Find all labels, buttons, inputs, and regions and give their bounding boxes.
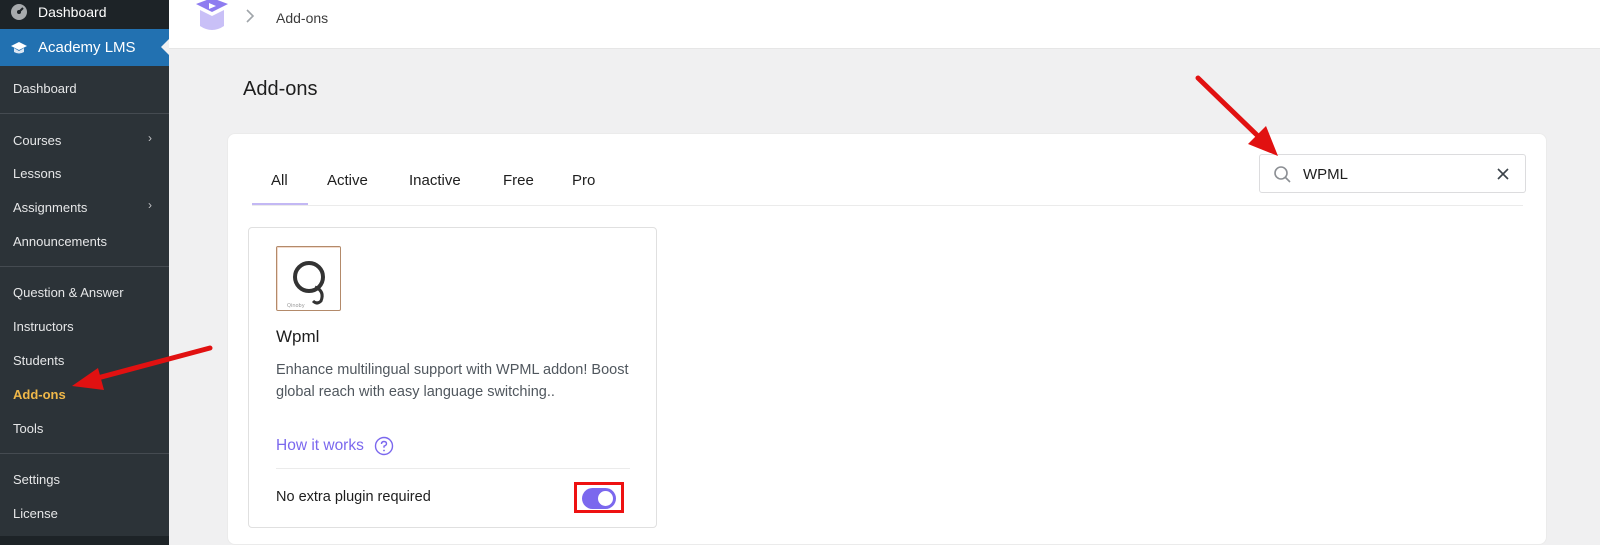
dashboard-gauge-icon: [10, 3, 28, 21]
how-it-works-label: How it works: [276, 437, 364, 454]
search-input[interactable]: [1303, 164, 1483, 184]
sidebar-item-license[interactable]: License: [13, 506, 58, 521]
tab-free[interactable]: Free: [503, 172, 534, 189]
tab-pro[interactable]: Pro: [572, 172, 595, 189]
card-divider: [276, 468, 630, 469]
tab-active[interactable]: Active: [327, 172, 368, 189]
sidebar-separator: [0, 266, 169, 267]
sidebar-item-dashboard[interactable]: Dashboard: [13, 81, 77, 96]
academy-logo-icon[interactable]: [192, 0, 232, 34]
sidebar-item-question-answer[interactable]: Question & Answer: [13, 285, 124, 300]
sidebar-item-assignments[interactable]: Assignments: [13, 200, 87, 215]
toggle-knob: [598, 491, 613, 506]
tabs-divider: [252, 205, 1523, 206]
sidebar-top-dashboard[interactable]: Dashboard: [0, 0, 169, 24]
svg-text:Qinoby: Qinoby: [287, 303, 305, 309]
top-bar: Add-ons: [169, 0, 1600, 49]
toggle-highlight-annotation: [574, 482, 624, 513]
sidebar-top-academy-lms[interactable]: Academy LMS: [0, 29, 169, 66]
sidebar-item-students[interactable]: Students: [13, 353, 64, 368]
search-box: [1259, 154, 1526, 193]
page-title: Add-ons: [243, 78, 318, 100]
tab-all[interactable]: All: [271, 172, 288, 189]
chevron-right-icon: [245, 8, 255, 27]
sidebar-bottom-strip: [0, 536, 169, 545]
plugin-requirement-note: No extra plugin required: [276, 489, 431, 505]
how-it-works-link[interactable]: How it works: [276, 436, 394, 456]
sidebar-item-lessons[interactable]: Lessons: [13, 166, 61, 181]
sidebar-item-add-ons[interactable]: Add-ons: [13, 387, 66, 402]
addon-card: Qinoby Wpml Enhance multilingual support…: [248, 227, 657, 528]
tab-inactive[interactable]: Inactive: [409, 172, 461, 189]
academy-cap-icon: [10, 39, 28, 57]
sidebar-item-courses[interactable]: Courses: [13, 133, 61, 148]
sidebar-top-academy-label: Academy LMS: [38, 39, 136, 56]
help-icon[interactable]: [374, 436, 394, 456]
close-icon[interactable]: [1493, 164, 1513, 184]
admin-sidebar: Dashboard Academy LMS Dashboard Courses …: [0, 0, 169, 545]
sidebar-item-announcements[interactable]: Announcements: [13, 234, 107, 249]
enable-addon-toggle[interactable]: [582, 488, 616, 509]
breadcrumb: Add-ons: [276, 10, 329, 26]
sidebar-item-tools[interactable]: Tools: [13, 421, 43, 436]
sidebar-top-dashboard-label: Dashboard: [38, 4, 107, 20]
sidebar-separator: [0, 453, 169, 454]
chevron-right-icon: ›: [148, 131, 152, 145]
sidebar-separator: [0, 113, 169, 114]
sidebar-item-settings[interactable]: Settings: [13, 472, 60, 487]
sidebar-item-instructors[interactable]: Instructors: [13, 319, 74, 334]
wpml-logo-icon: Qinoby: [276, 246, 341, 311]
search-icon: [1273, 165, 1292, 184]
active-menu-notch: [161, 39, 169, 55]
addon-name: Wpml: [276, 327, 320, 346]
chevron-right-icon: ›: [148, 198, 152, 212]
addon-description: Enhance multilingual support with WPML a…: [276, 362, 629, 400]
